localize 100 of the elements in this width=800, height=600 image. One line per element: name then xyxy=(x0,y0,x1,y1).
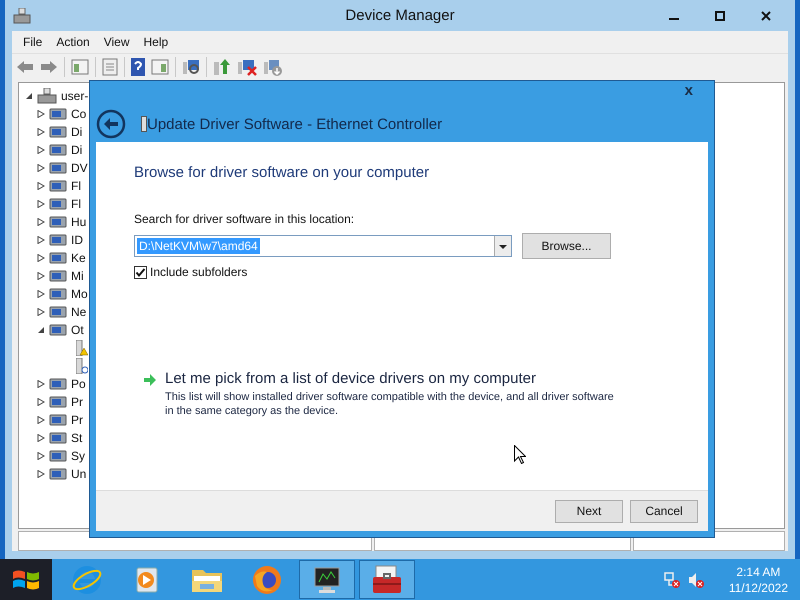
device-icon xyxy=(49,214,67,230)
computer-icon xyxy=(13,8,31,24)
device-icon xyxy=(49,268,67,284)
next-button[interactable]: Next xyxy=(555,500,623,522)
device-icon xyxy=(49,448,67,464)
expand-icon[interactable] xyxy=(37,290,45,298)
device-icon xyxy=(49,250,67,266)
expand-icon[interactable] xyxy=(37,254,45,262)
collapse-icon[interactable] xyxy=(37,326,45,334)
checkbox[interactable] xyxy=(134,266,147,278)
dropdown-icon[interactable] xyxy=(494,236,511,256)
device-icon xyxy=(49,286,67,302)
expand-icon[interactable] xyxy=(37,308,45,316)
uninstall-icon[interactable] xyxy=(237,58,257,76)
start-button[interactable] xyxy=(0,559,52,600)
globe-icon xyxy=(71,564,103,596)
expand-icon[interactable] xyxy=(37,452,45,460)
tree-item[interactable]: ID xyxy=(71,233,83,247)
arrow-icon xyxy=(144,374,156,386)
device-icon xyxy=(49,412,67,428)
expand-icon[interactable] xyxy=(37,416,45,424)
window-title: Device Manager xyxy=(345,7,455,24)
properties-icon[interactable] xyxy=(102,58,118,76)
clock-date: 11/12/2022 xyxy=(728,580,788,596)
menu-item[interactable]: File xyxy=(16,33,50,51)
expand-icon[interactable] xyxy=(37,218,45,226)
scan-icon[interactable] xyxy=(182,58,200,76)
field-label: Search for driver software in this location: xyxy=(134,212,356,226)
device-icon xyxy=(49,376,67,392)
tree-item[interactable]: Ot xyxy=(71,323,84,337)
expand-icon[interactable] xyxy=(37,236,45,244)
expand-icon[interactable] xyxy=(37,380,45,388)
expand-icon[interactable] xyxy=(37,434,45,442)
option-description: This list will show installed driver software compatible with the device, and all driver software in the same category as the device. xyxy=(165,390,615,418)
expand-icon[interactable] xyxy=(37,110,45,118)
page-heading: Browse for driver software on your computer xyxy=(134,164,430,181)
close-button[interactable]: x xyxy=(682,82,696,99)
menu-item[interactable]: Action xyxy=(49,33,97,51)
tree-item[interactable]: DV xyxy=(71,161,88,175)
tree-item[interactable]: Di xyxy=(71,125,82,139)
expand-icon[interactable] xyxy=(37,470,45,478)
tree-item[interactable]: Mo xyxy=(71,287,88,301)
tree-item[interactable]: Mi xyxy=(71,269,84,283)
expand-icon[interactable] xyxy=(37,200,45,208)
disable-icon[interactable] xyxy=(263,58,283,76)
back-button[interactable] xyxy=(96,109,126,139)
computer-icon xyxy=(37,88,57,104)
volume-muted-icon[interactable] xyxy=(686,570,705,588)
forward-arrow-icon[interactable] xyxy=(40,60,58,74)
collapse-icon[interactable] xyxy=(25,92,33,100)
close-icon[interactable] xyxy=(761,10,771,20)
device-icon xyxy=(49,394,67,410)
expand-icon[interactable] xyxy=(37,164,45,172)
menu-item[interactable]: Help xyxy=(136,33,176,51)
tree-item[interactable]: St xyxy=(71,431,82,445)
tree-item[interactable]: Pr xyxy=(71,413,83,427)
device-icon xyxy=(49,466,67,482)
tree-item[interactable]: user- xyxy=(61,89,88,103)
checkbox-label: Include subfolders xyxy=(150,265,248,279)
taskbar-app-button[interactable] xyxy=(299,560,355,599)
help-icon[interactable] xyxy=(131,58,145,76)
dialog-title: Update Driver Software - Ethernet Controller xyxy=(147,116,442,132)
warning-device-icon[interactable] xyxy=(76,340,88,356)
browse-button[interactable]: Browse... xyxy=(522,233,611,259)
expand-icon[interactable] xyxy=(37,128,45,136)
tree-item[interactable]: Ne xyxy=(71,305,86,319)
option-link[interactable]: Let me pick from a list of device drivers on my computer xyxy=(165,370,615,387)
expand-icon[interactable] xyxy=(37,146,45,154)
back-arrow-icon[interactable] xyxy=(16,60,34,74)
network-warning-icon[interactable] xyxy=(662,570,681,588)
device-icon xyxy=(49,322,67,338)
tree-item[interactable]: Di xyxy=(71,143,82,157)
tree-item[interactable]: Un xyxy=(71,467,86,481)
tree-item[interactable]: Po xyxy=(71,377,86,391)
menu-item[interactable]: View xyxy=(96,33,136,51)
tree-item[interactable]: Ke xyxy=(71,251,86,265)
device-icon xyxy=(49,430,67,446)
taskbar-app-button[interactable] xyxy=(359,560,415,599)
tree-item[interactable]: Fl xyxy=(71,197,81,211)
unknown-device-icon[interactable] xyxy=(76,358,88,374)
update-icon[interactable] xyxy=(213,58,231,76)
tree-item[interactable]: Hu xyxy=(71,215,86,229)
tree-item[interactable]: Sy xyxy=(71,449,86,463)
expand-icon[interactable] xyxy=(37,182,45,190)
maximize-icon[interactable] xyxy=(715,10,725,20)
browser-icon xyxy=(251,564,283,596)
panel-icon[interactable] xyxy=(151,59,169,75)
expand-icon[interactable] xyxy=(37,398,45,406)
tree-item[interactable]: Co xyxy=(71,107,86,121)
device-icon xyxy=(49,304,67,320)
tree-item[interactable]: Pr xyxy=(71,395,83,409)
device-icon xyxy=(49,160,67,176)
clock-time: 2:14 AM xyxy=(736,564,780,580)
device-icon xyxy=(49,124,67,140)
panel-icon[interactable] xyxy=(71,59,89,75)
device-icon xyxy=(49,196,67,212)
device-icon xyxy=(49,142,67,158)
cancel-button[interactable]: Cancel xyxy=(630,500,698,522)
expand-icon[interactable] xyxy=(37,272,45,280)
tree-item[interactable]: Fl xyxy=(71,179,81,193)
